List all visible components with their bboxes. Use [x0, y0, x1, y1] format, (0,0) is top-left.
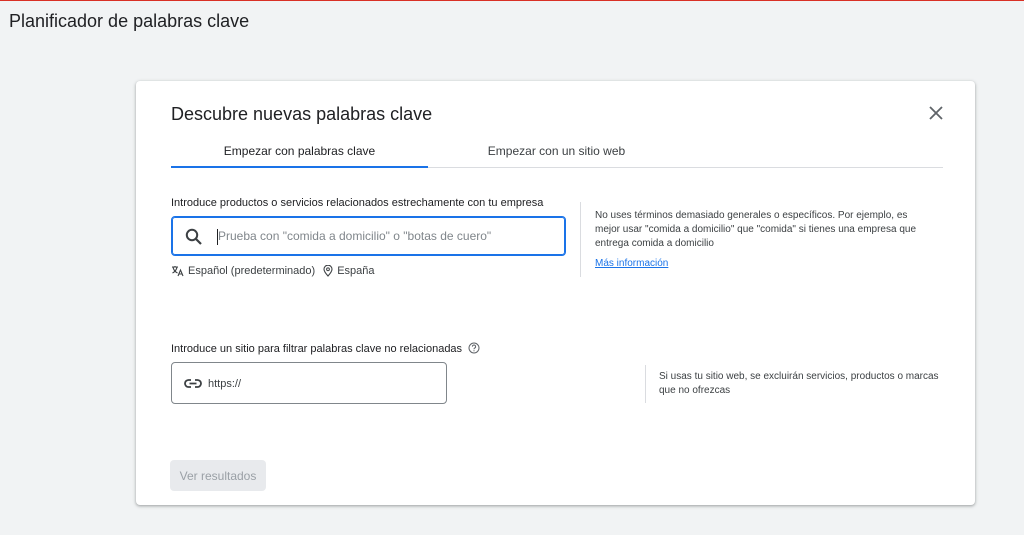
- site-url-input[interactable]: [208, 374, 438, 394]
- keywords-label: Introduce productos o servicios relacion…: [171, 197, 544, 209]
- language-label: Español (predeterminado): [188, 265, 316, 277]
- top-accent-line: [0, 0, 1024, 1]
- tab-start-with-website[interactable]: Empezar con un sitio web: [428, 133, 685, 168]
- tab-label: Empezar con un sitio web: [487, 143, 626, 158]
- site-filter-label: Introduce un sitio para filtrar palabras…: [171, 343, 463, 355]
- location-selector[interactable]: España: [323, 265, 375, 277]
- targeting-row: Español (predeterminado) España: [171, 264, 375, 278]
- vertical-divider: [645, 365, 646, 403]
- see-results-button[interactable]: Ver resultados: [170, 460, 266, 491]
- search-icon: [185, 228, 202, 245]
- tab-label: Empezar con palabras clave: [223, 143, 376, 158]
- keyword-discovery-dialog: Descubre nuevas palabras clave Empezar c…: [136, 81, 975, 505]
- help-circle-icon[interactable]: [468, 342, 480, 354]
- site-filter-label-row: Introduce un sitio para filtrar palabras…: [171, 342, 480, 355]
- close-icon: [929, 106, 943, 120]
- vertical-divider: [580, 202, 581, 277]
- language-selector[interactable]: Español (predeterminado): [171, 265, 315, 277]
- active-tab-indicator: [171, 166, 428, 168]
- dialog-title: Descubre nuevas palabras clave: [171, 104, 433, 124]
- site-url-box[interactable]: [171, 362, 447, 404]
- keywords-input[interactable]: [218, 225, 553, 247]
- tab-bar: Empezar con palabras clave Empezar con u…: [171, 133, 943, 168]
- keywords-help-text: No uses términos demasiado generales o e…: [595, 210, 917, 249]
- page-title: Planificador de palabras clave: [9, 11, 250, 31]
- link-icon: [184, 379, 202, 388]
- close-button[interactable]: [924, 101, 948, 125]
- keywords-search-box[interactable]: [171, 216, 566, 256]
- more-info-link[interactable]: Más información: [595, 258, 668, 269]
- location-label: España: [337, 265, 375, 277]
- site-filter-help-text: Si usas tu sitio web, se excluirán servi…: [659, 371, 939, 396]
- translate-icon: [172, 266, 184, 277]
- tab-start-with-keywords[interactable]: Empezar con palabras clave: [171, 133, 428, 168]
- location-pin-icon: [323, 265, 333, 277]
